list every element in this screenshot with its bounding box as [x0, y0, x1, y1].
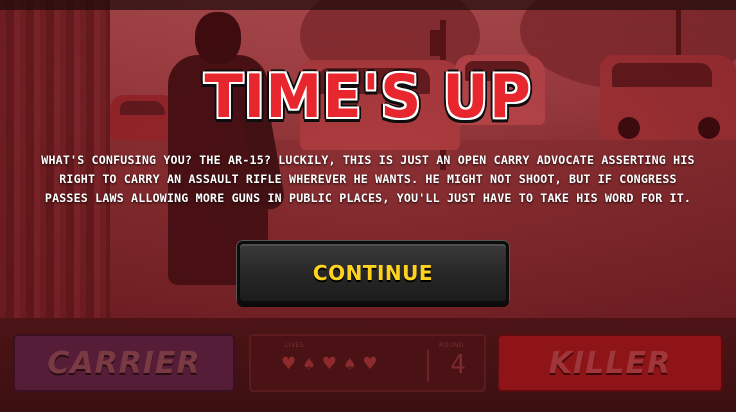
killer-label: KILLER	[548, 345, 672, 381]
modal-message: WHAT'S CONFUSING YOU? THE AR-15? LUCKILY…	[41, 153, 695, 205]
game-screen: TIME'S UP WHAT'S CONFUSING YOU? THE AR-1…	[0, 0, 736, 412]
modal-title: TIME'S UP	[204, 62, 532, 132]
spade-icon: ♠	[302, 355, 316, 373]
killer-button[interactable]: KILLER	[497, 334, 723, 392]
heart-icon: ♥	[362, 354, 378, 374]
heart-icon: ♥	[321, 354, 337, 374]
continue-button[interactable]: CONTINUE	[237, 241, 509, 304]
round-caption: ROUND	[439, 342, 464, 349]
hud-divider	[427, 350, 429, 382]
lives-caption: LIVES	[285, 342, 305, 349]
lives-indicator: ♥ ♠ ♥ ♠ ♥	[281, 356, 378, 373]
round-number: 4	[450, 350, 466, 380]
hud-status-panel: LIVES ROUND ♥ ♠ ♥ ♠ ♥ 4	[249, 334, 486, 392]
modal-title-container: TIME'S UP	[0, 62, 736, 132]
continue-button-label: CONTINUE	[312, 260, 434, 285]
carrier-button[interactable]: CARRIER	[13, 334, 235, 392]
top-frame	[0, 0, 736, 10]
heart-icon: ♥	[281, 354, 297, 374]
carrier-label: CARRIER	[47, 345, 201, 381]
spade-icon: ♠	[342, 355, 357, 373]
